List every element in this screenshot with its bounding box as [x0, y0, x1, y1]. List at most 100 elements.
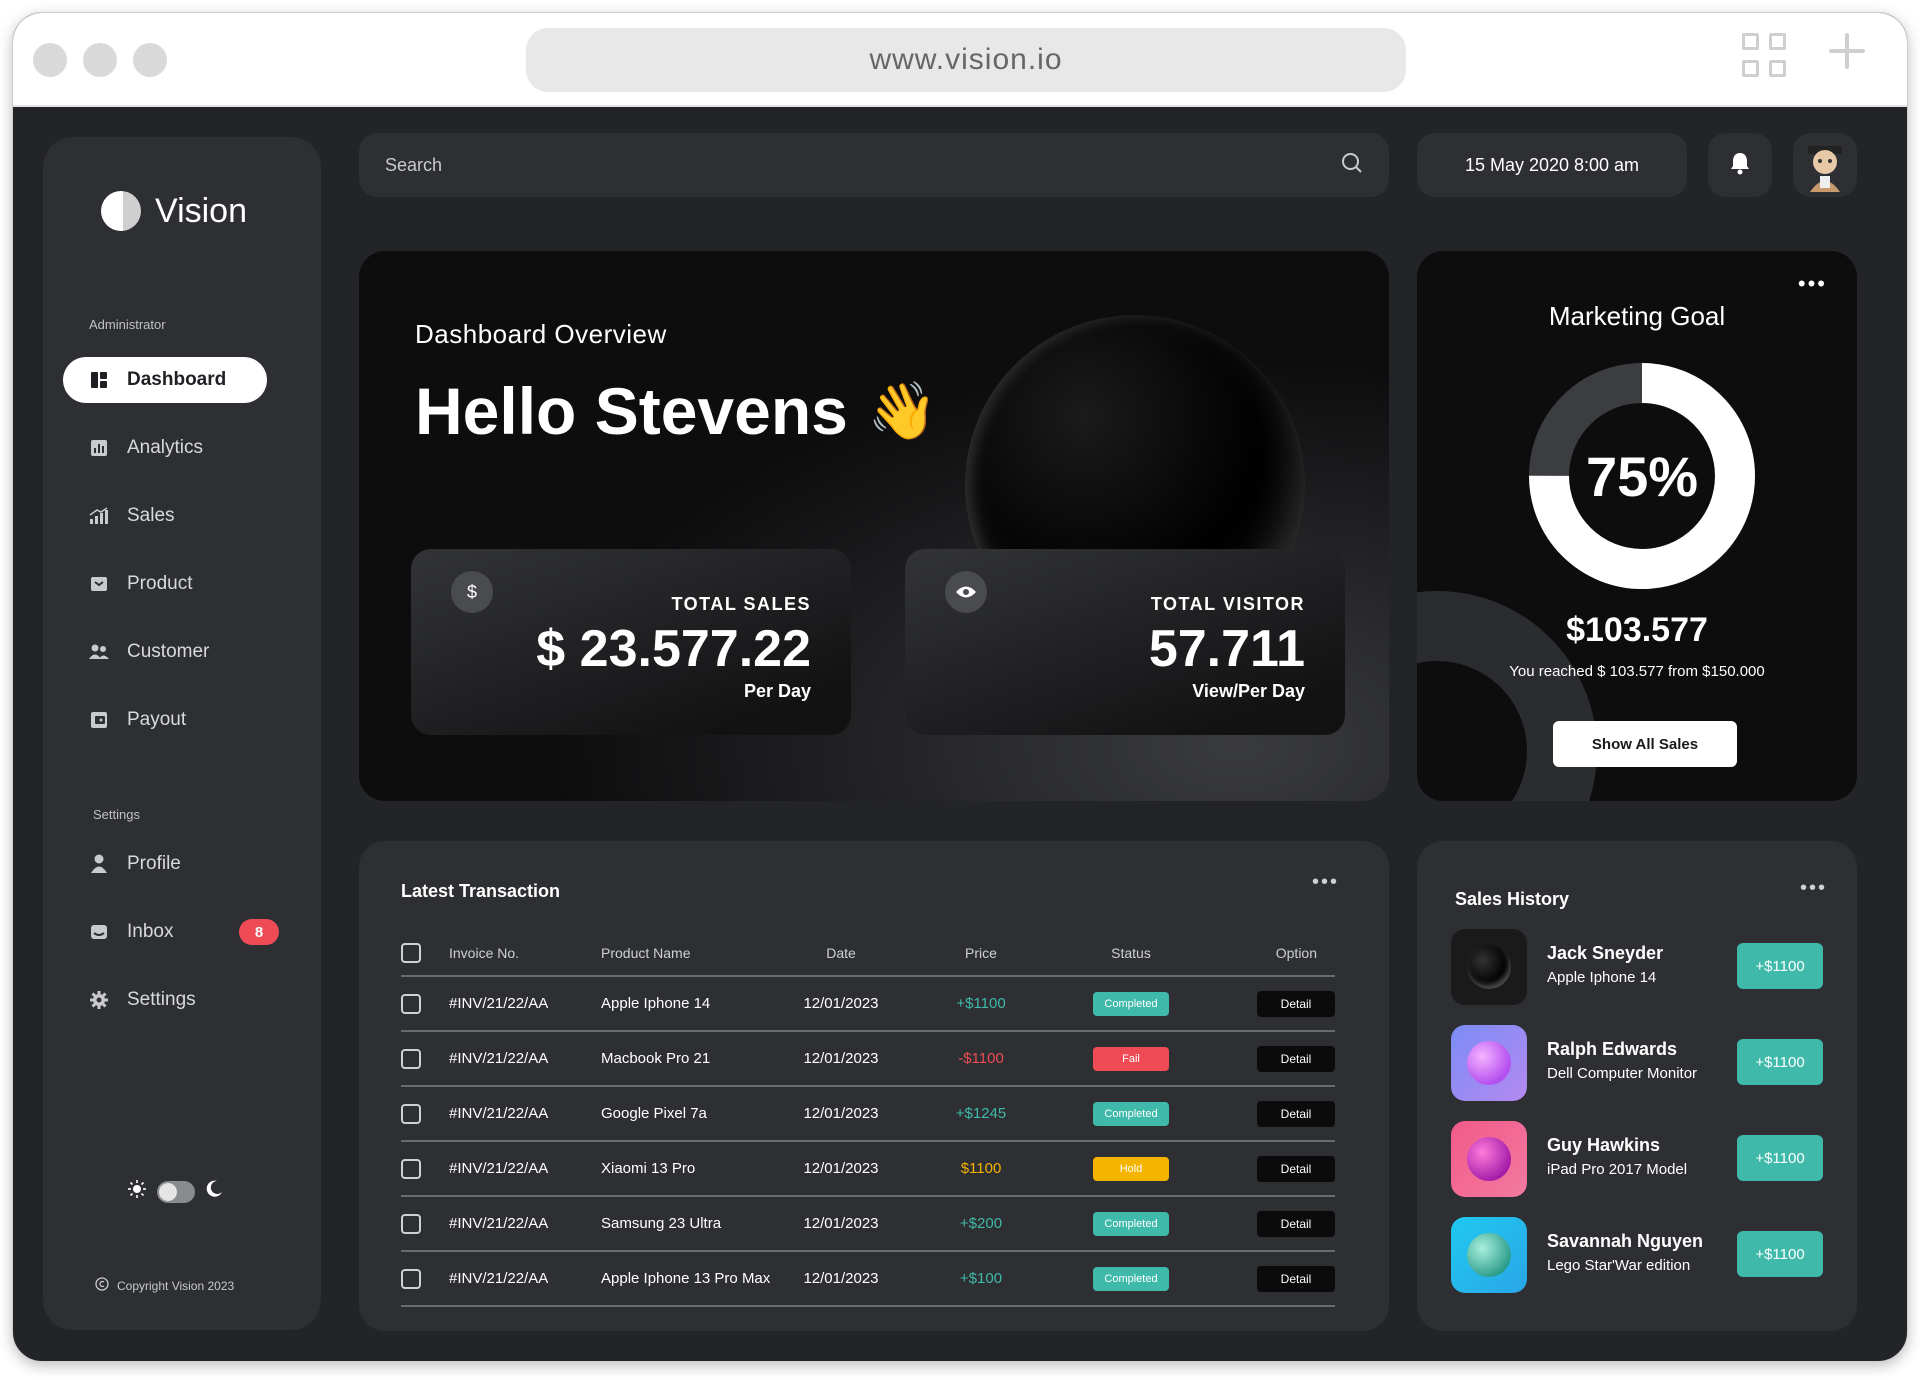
amount-badge: +$1100	[1737, 943, 1823, 989]
product-name: Dell Computer Monitor	[1547, 1065, 1698, 1082]
list-item[interactable]: Savannah Nguyen Lego Star'War edition +$…	[1451, 1217, 1823, 1293]
more-options-icon[interactable]: •••	[1798, 271, 1827, 297]
notifications-button[interactable]	[1708, 133, 1772, 197]
row-checkbox[interactable]	[401, 1048, 421, 1069]
sidebar-item-label: Inbox	[127, 921, 174, 942]
sales-icon	[89, 506, 109, 526]
moon-icon	[205, 1180, 223, 1203]
waving-hand-icon: 👋	[867, 379, 938, 442]
total-visitor-card: TOTAL VISITOR 57.711 View/Per Day	[905, 549, 1345, 735]
table-row[interactable]: #INV/21/22/AA Samsung 23 Ultra 12/01/2023 +…	[401, 1197, 1335, 1252]
invoice-cell: #INV/21/22/AA	[449, 1050, 549, 1067]
invoice-cell: #INV/21/22/AA	[449, 1215, 549, 1232]
table-header: Invoice No. Product Name Date Price Stat…	[401, 931, 1335, 977]
customer-name: Savannah Nguyen	[1547, 1231, 1704, 1251]
row-checkbox[interactable]	[401, 1213, 421, 1234]
customer-name: Ralph Edwards	[1547, 1039, 1678, 1059]
row-checkbox[interactable]	[401, 993, 421, 1014]
row-checkbox[interactable]	[401, 1158, 421, 1179]
table-row[interactable]: #INV/21/22/AA Macbook Pro 21 12/01/2023 -$1…	[401, 1032, 1335, 1087]
detail-button[interactable]: Detail	[1257, 1265, 1335, 1292]
stat-value: 57.711	[1148, 620, 1305, 678]
sidebar-item-profile[interactable]: Profile	[63, 841, 267, 887]
sidebar-item-settings[interactable]: Settings	[63, 977, 267, 1023]
search-bar[interactable]: Search	[359, 133, 1389, 197]
column-header: Option	[1275, 945, 1317, 961]
dashboard-overview-card: Dashboard Overview Hello Stevens 👋 $ TOT…	[359, 251, 1389, 801]
table-row[interactable]: #INV/21/22/AA Xiaomi 13 Pro 12/01/2023 $110…	[401, 1142, 1335, 1197]
product-thumbnail	[1451, 929, 1527, 1005]
sidebar-item-label: Product	[127, 573, 193, 594]
administrator-section-label: Administrator	[89, 317, 166, 332]
stat-unit: View/Per Day	[1192, 681, 1305, 701]
sidebar-item-product[interactable]: Product	[63, 561, 267, 607]
list-item[interactable]: Ralph Edwards Dell Computer Monitor +$11…	[1451, 1025, 1823, 1101]
show-all-sales-button[interactable]: Show All Sales	[1553, 721, 1737, 767]
product-thumbnail	[1451, 1217, 1527, 1293]
amount-badge: +$1100	[1737, 1039, 1823, 1085]
window-close-dot[interactable]	[33, 43, 67, 77]
brand-logo[interactable]: Vision	[101, 191, 247, 231]
address-bar[interactable]: www.vision.io	[526, 28, 1406, 92]
panel-title: Latest Transaction	[401, 881, 561, 901]
price-cell: +$1100	[956, 995, 1006, 1012]
sidebar-item-label: Analytics	[127, 437, 204, 458]
table-row[interactable]: #INV/21/22/AA Apple Iphone 13 Pro Max 12/0…	[401, 1252, 1335, 1307]
sidebar-item-sales[interactable]: Sales	[63, 493, 267, 539]
list-item[interactable]: Jack Sneyder Apple Iphone 14 +$1100	[1451, 929, 1823, 1005]
tabs-grid-icon[interactable]	[1742, 33, 1786, 77]
latest-transaction-panel: Latest Transaction ••• Invoice No. Produ…	[359, 841, 1389, 1331]
detail-button[interactable]: Detail	[1257, 990, 1335, 1017]
invoice-cell: #INV/21/22/AA	[449, 1105, 549, 1122]
window-minimize-dot[interactable]	[83, 43, 117, 77]
table-row[interactable]: #INV/21/22/AA Google Pixel 7a 12/01/2023 +$…	[401, 1087, 1335, 1142]
vision-logo-icon	[101, 191, 141, 231]
amount-badge: +$1100	[1737, 1135, 1823, 1181]
row-checkbox[interactable]	[401, 1103, 421, 1124]
copyright: Copyright Vision 2023	[95, 1277, 234, 1294]
more-options-icon[interactable]: •••	[1800, 877, 1827, 900]
stat-label: TOTAL SALES	[671, 594, 811, 614]
bell-icon	[1729, 151, 1751, 180]
sidebar-item-dashboard[interactable]: Dashboard	[63, 357, 267, 403]
product-cell: Apple Iphone 13 Pro Max	[601, 1270, 771, 1287]
table-row[interactable]: #INV/21/22/AA Apple Iphone 14 12/01/2023 +$…	[401, 977, 1335, 1032]
sun-icon	[127, 1179, 147, 1204]
list-item[interactable]: Guy Hawkins iPad Pro 2017 Model +$1100	[1451, 1121, 1823, 1197]
product-cell: Google Pixel 7a	[601, 1105, 707, 1122]
total-sales-card: $ TOTAL SALES $ 23.577.22 Per Day	[411, 549, 851, 735]
detail-button[interactable]: Detail	[1257, 1155, 1335, 1182]
sidebar-item-payout[interactable]: Payout	[63, 697, 267, 743]
settings-section-label: Settings	[93, 807, 140, 822]
detail-button[interactable]: Detail	[1257, 1210, 1335, 1237]
eye-icon	[945, 571, 987, 613]
new-tab-plus-icon[interactable]	[1827, 31, 1867, 71]
stat-value: $ 23.577.22	[536, 620, 811, 678]
hero-subtitle: Dashboard Overview	[415, 319, 667, 349]
column-header: Status	[1111, 945, 1151, 961]
status-badge: Completed	[1093, 1101, 1169, 1126]
theme-toggle[interactable]	[127, 1179, 223, 1204]
row-checkbox[interactable]	[401, 1268, 421, 1289]
price-cell: -$1100	[958, 1050, 1004, 1067]
sidebar-item-inbox[interactable]: Inbox 8	[63, 909, 279, 955]
browser-chrome: www.vision.io	[13, 13, 1907, 107]
select-all-checkbox[interactable]	[401, 943, 421, 963]
price-cell: +$1245	[955, 1105, 1007, 1122]
window-maximize-dot[interactable]	[133, 43, 167, 77]
sidebar-item-customer[interactable]: Customer	[63, 629, 267, 675]
amount-badge: +$1100	[1737, 1231, 1823, 1277]
dark-mode-switch[interactable]	[157, 1180, 195, 1203]
status-badge: Completed	[1093, 991, 1169, 1016]
detail-button[interactable]: Detail	[1257, 1100, 1335, 1127]
stat-unit: Per Day	[743, 681, 811, 701]
marketing-goal-card: ••• Marketing Goal 75% $103.577 You reac…	[1417, 251, 1857, 801]
search-icon[interactable]	[1341, 152, 1363, 179]
detail-button[interactable]: Detail	[1257, 1045, 1335, 1072]
date-cell: 12/01/2023	[803, 1050, 879, 1067]
more-options-icon[interactable]: •••	[1312, 871, 1339, 894]
product-name: Lego Star'War edition	[1547, 1257, 1691, 1274]
sidebar-item-analytics[interactable]: Analytics	[63, 425, 267, 471]
search-input[interactable]: Search	[385, 155, 442, 176]
user-avatar[interactable]	[1793, 133, 1857, 197]
